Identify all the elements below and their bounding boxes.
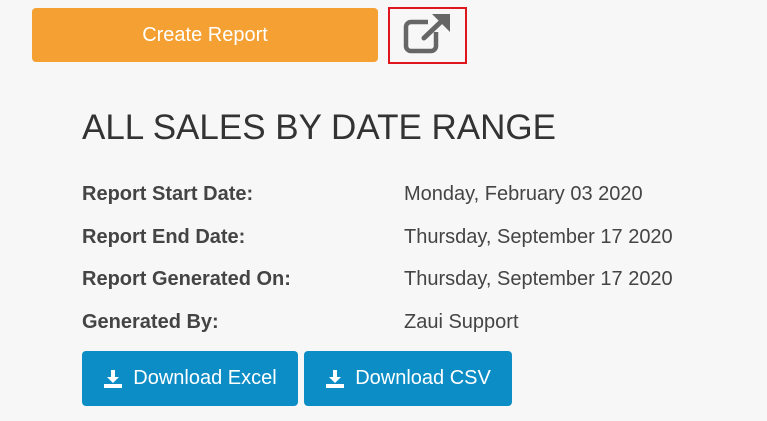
report-title: ALL SALES BY DATE RANGE — [82, 108, 556, 147]
download-excel-label: Download Excel — [133, 367, 277, 389]
report-start-date-value: Monday, February 03 2020 — [404, 183, 643, 205]
create-report-label: Create Report — [142, 23, 268, 46]
open-in-new-window-button[interactable] — [388, 7, 467, 64]
report-generated-on-row: Report Generated On: Thursday, September… — [82, 268, 722, 292]
report-start-date-row: Report Start Date: Monday, February 03 2… — [82, 183, 722, 207]
download-csv-label: Download CSV — [355, 367, 491, 389]
report-generated-on-label: Report Generated On: — [82, 268, 291, 290]
download-csv-button[interactable]: Download CSV — [304, 351, 512, 406]
download-icon — [103, 369, 123, 389]
report-end-date-row: Report End Date: Thursday, September 17 … — [82, 226, 722, 250]
generated-by-label: Generated By: — [82, 311, 219, 333]
generated-by-row: Generated By: Zaui Support — [82, 311, 722, 335]
create-report-button[interactable]: Create Report — [32, 8, 378, 62]
download-excel-button[interactable]: Download Excel — [82, 351, 298, 406]
report-end-date-label: Report End Date: — [82, 226, 246, 248]
download-icon — [325, 369, 345, 389]
external-link-icon — [402, 10, 454, 61]
report-generated-on-value: Thursday, September 17 2020 — [404, 268, 673, 290]
generated-by-value: Zaui Support — [404, 311, 519, 333]
report-start-date-label: Report Start Date: — [82, 183, 254, 205]
report-page: Create Report ALL SALES BY DATE RANGE Re… — [0, 0, 767, 421]
report-end-date-value: Thursday, September 17 2020 — [404, 226, 673, 248]
